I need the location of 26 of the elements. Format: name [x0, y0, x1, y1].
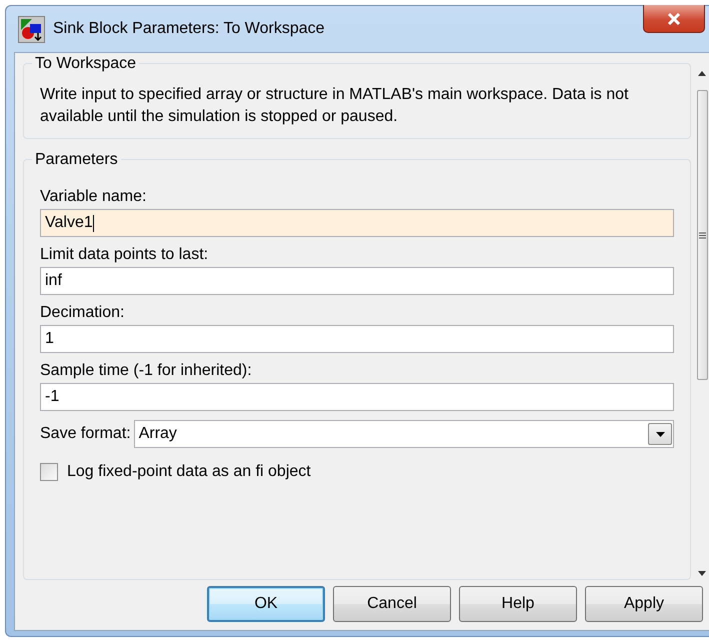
close-icon	[667, 12, 681, 24]
checkbox[interactable]	[40, 463, 58, 481]
field-label: Save format:	[40, 425, 131, 443]
grip-icon	[698, 232, 706, 238]
dialog-button[interactable]: OK	[207, 586, 325, 622]
group-title: To Workspace	[32, 55, 140, 73]
field-label: Sample time (-1 for inherited):	[40, 362, 253, 380]
description-text: Write input to specified array or structure in MATLAB's main workspace. Data is not available until the simulation is stopped or paused.	[40, 85, 630, 127]
field-label: Limit data points to last:	[40, 246, 210, 264]
scroll-up-icon[interactable]	[698, 71, 706, 76]
text-field[interactable]: -1	[40, 383, 674, 411]
caret-icon	[656, 432, 664, 436]
window-title: Sink Block Parameters: To Workspace	[53, 20, 325, 38]
text-field[interactable]: Valve1	[40, 209, 674, 237]
dropdown[interactable]: Array	[134, 420, 674, 448]
dialog-button[interactable]: Cancel	[333, 586, 451, 622]
field-label: Decimation:	[40, 304, 126, 322]
checkbox-label: Log fixed-point data as an fi object	[67, 463, 311, 481]
dialog-button[interactable]: Help	[459, 586, 577, 622]
close-button[interactable]	[643, 5, 705, 33]
text-field[interactable]: 1	[40, 325, 674, 353]
text-field[interactable]: inf	[40, 267, 674, 295]
dialog-button[interactable]: Apply	[585, 586, 703, 622]
block-icon	[18, 16, 45, 42]
scroll-down-icon[interactable]	[698, 571, 706, 576]
field-label: Variable name:	[40, 188, 148, 206]
